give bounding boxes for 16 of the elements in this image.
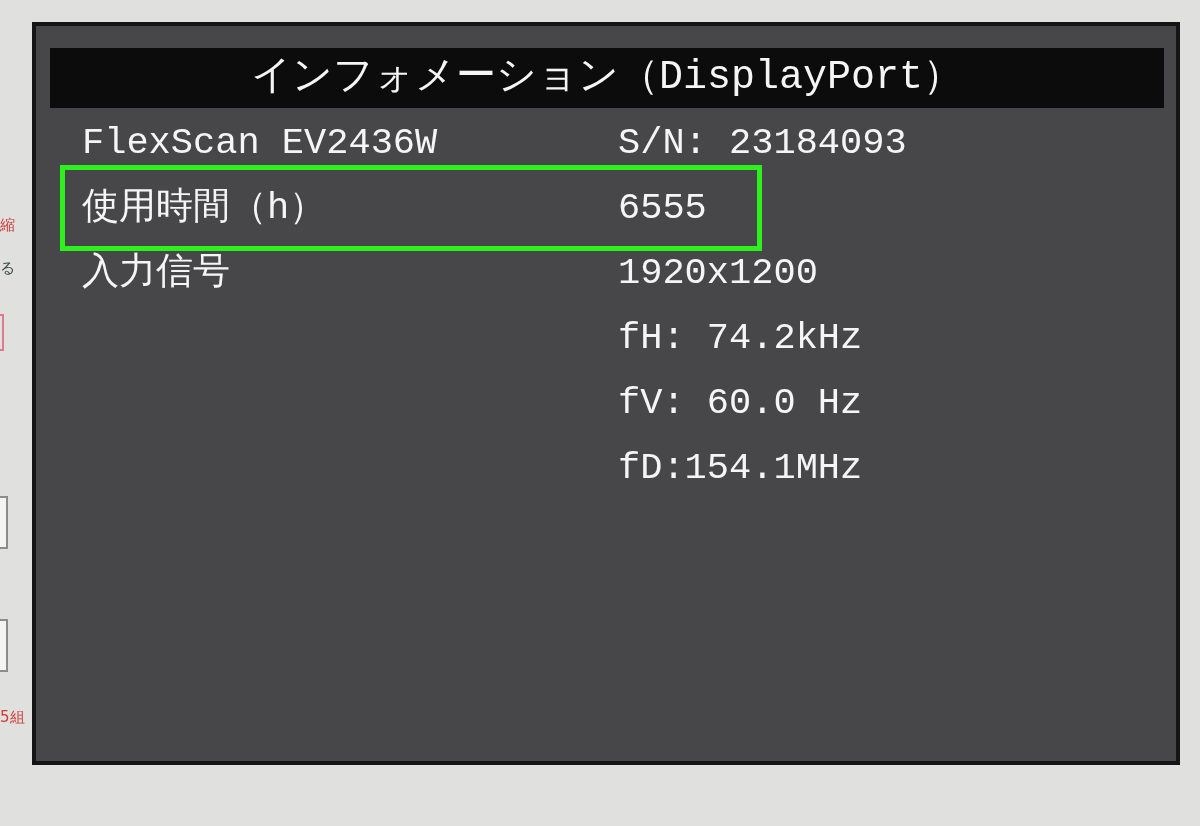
info-value: fD:154.1MHz — [618, 448, 863, 488]
page-text: 5組 — [0, 707, 25, 728]
input-field[interactable] — [0, 619, 8, 672]
info-value: fH: 74.2kHz — [618, 318, 863, 358]
info-value: 6555 — [618, 188, 707, 228]
info-value: 1920x1200 — [618, 253, 818, 293]
input-field[interactable] — [0, 496, 8, 549]
page-text: 縮 — [0, 215, 15, 236]
info-label: FlexScan EV2436W — [82, 123, 438, 163]
input-field[interactable] — [0, 314, 4, 351]
info-label: 使用時間（h） — [82, 188, 327, 228]
page-text: る — [0, 258, 15, 279]
info-value: S/N: 23184093 — [618, 123, 907, 163]
osd-title: インフォメーション（DisplayPort） — [250, 54, 963, 102]
info-label: 入力信号 — [82, 253, 230, 293]
info-value: fV: 60.0 Hz — [618, 383, 863, 423]
